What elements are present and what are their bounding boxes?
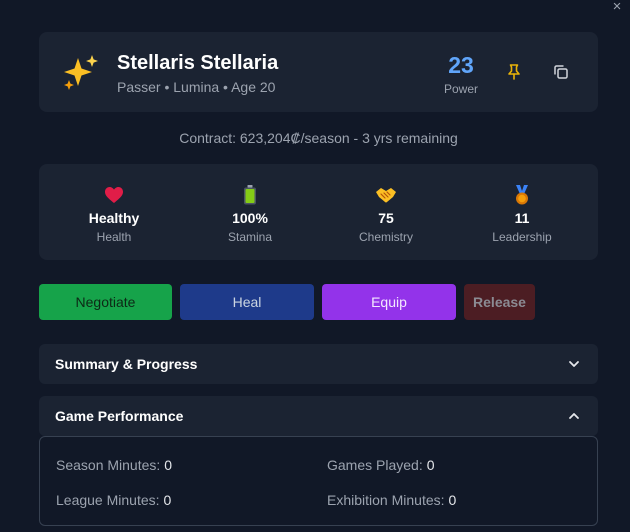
heart-icon (54, 184, 174, 206)
exhibition-minutes: Exhibition Minutes: 0 (327, 492, 456, 508)
section-title: Game Performance (55, 408, 184, 424)
stat-label: Leadership (492, 230, 552, 244)
league-minutes-value: 0 (163, 492, 172, 508)
stat-value: 11 (514, 210, 530, 226)
close-button[interactable]: × (608, 0, 626, 16)
stat-health: Healthy Health (54, 184, 174, 244)
stat-leadership: 11 Leadership (462, 184, 582, 244)
section-title: Summary & Progress (55, 356, 198, 372)
game-performance-section-header[interactable]: Game Performance (39, 396, 598, 436)
battery-icon (190, 184, 310, 206)
stat-value: 100% (232, 210, 268, 226)
heal-button[interactable]: Heal (180, 284, 314, 320)
stat-stamina: 100% Stamina (190, 184, 310, 244)
contract-info: Contract: 623,204₡/season - 3 yrs remain… (179, 130, 458, 146)
release-button[interactable]: Release (464, 284, 535, 320)
season-minutes-value: 0 (164, 457, 173, 473)
stat-label: Stamina (227, 230, 273, 244)
season-minutes: Season Minutes: 0 (56, 457, 172, 473)
season-minutes-label: Season Minutes: (56, 457, 161, 473)
handshake-icon (326, 184, 446, 206)
games-played: Games Played: 0 (327, 457, 435, 473)
player-name: Stellaris Stellaria (117, 52, 279, 74)
player-subtitle: Passer • Lumina • Age 20 (117, 79, 276, 95)
negotiate-button[interactable]: Negotiate (39, 284, 172, 320)
stat-chemistry: 75 Chemistry (326, 184, 446, 244)
stat-value: 75 (378, 210, 394, 226)
league-minutes: League Minutes: 0 (56, 492, 171, 508)
chevron-up-icon (566, 408, 582, 424)
stats-card: Healthy Health 100% Stamina 75 Chemistry (39, 164, 598, 260)
games-played-value: 0 (426, 457, 435, 473)
copy-icon[interactable] (551, 62, 571, 82)
power-value: 23 (448, 52, 474, 78)
exhibition-minutes-value: 0 (448, 492, 457, 508)
medal-icon (462, 184, 582, 206)
sparkles-icon (61, 53, 101, 93)
exhibition-minutes-label: Exhibition Minutes: (327, 492, 445, 508)
stat-value: Healthy (88, 210, 140, 226)
league-minutes-label: League Minutes: (56, 492, 160, 508)
pin-icon[interactable] (504, 62, 524, 82)
summary-progress-section-header[interactable]: Summary & Progress (39, 344, 598, 384)
power-label: Power (443, 82, 478, 96)
games-played-label: Games Played: (327, 457, 423, 473)
equip-button[interactable]: Equip (322, 284, 456, 320)
stat-label: Chemistry (358, 230, 413, 244)
chevron-down-icon (566, 356, 582, 372)
stat-label: Health (96, 230, 132, 244)
game-performance-panel: Season Minutes: 0 Games Played: 0 League M… (39, 436, 598, 526)
player-header-card: Stellaris Stellaria Passer • Lumina • Ag… (39, 32, 598, 112)
